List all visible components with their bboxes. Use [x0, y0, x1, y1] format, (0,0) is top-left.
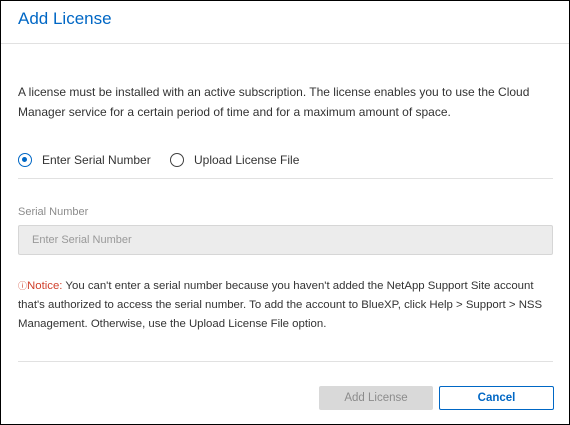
radio-upload-license-file[interactable]: Upload License File — [170, 152, 299, 168]
warning-circle-icon: ⓘ — [18, 281, 28, 291]
dialog-title: Add License — [18, 9, 112, 28]
notice-message: ⓘNotice: You can't enter a serial number… — [18, 277, 555, 334]
license-description: A license must be installed with an acti… — [18, 85, 530, 119]
dialog-header: Add License — [1, 1, 569, 44]
notice-prefix: Notice: — [27, 280, 63, 292]
cancel-button[interactable]: Cancel — [439, 386, 554, 410]
radio-unselected-icon[interactable] — [170, 153, 184, 167]
radio-selected-icon[interactable] — [18, 153, 32, 167]
add-license-button[interactable]: Add License — [319, 386, 433, 410]
radio-label-enter-serial: Enter Serial Number — [42, 153, 151, 167]
radio-enter-serial-number[interactable]: Enter Serial Number — [18, 152, 151, 168]
divider-top — [18, 178, 553, 179]
serial-number-input[interactable] — [18, 225, 553, 255]
notice-text: You can't enter a serial number because … — [18, 280, 543, 330]
divider-bottom — [18, 361, 553, 362]
add-license-dialog: Add License A license must be installed … — [0, 0, 570, 425]
serial-number-label: Serial Number — [18, 206, 89, 218]
radio-label-upload-file: Upload License File — [194, 153, 300, 167]
